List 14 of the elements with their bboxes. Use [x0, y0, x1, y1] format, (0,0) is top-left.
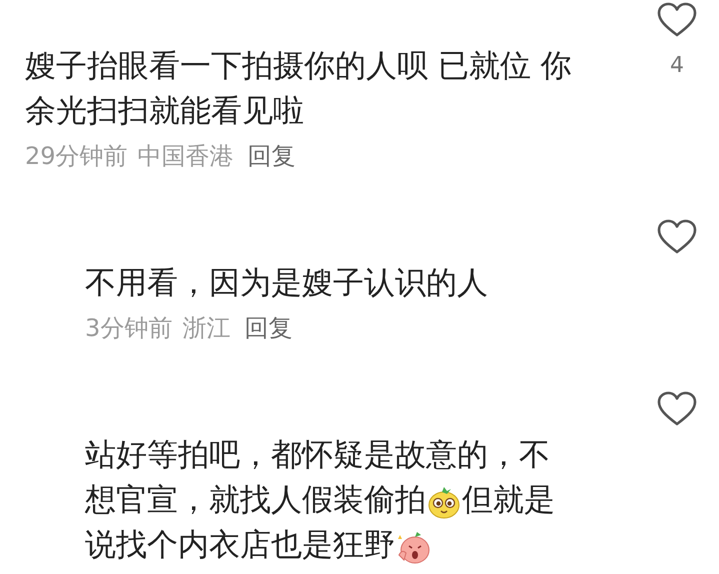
comment-time: 3分钟前: [85, 313, 172, 344]
comment-location: 中国香港: [138, 141, 234, 172]
comment-time: 29分钟前: [25, 141, 128, 172]
comment-text: 嫂子抬眼看一下拍摄你的人呗 已就位 你余光扫扫就能看见啦: [25, 47, 573, 131]
like-count: 4: [670, 52, 684, 80]
sticker-icon: [427, 484, 461, 519]
comment-text: 不用看，因为是嫂子认识的人: [85, 264, 489, 303]
comment-location: 浙江: [182, 313, 230, 344]
heart-icon[interactable]: [657, 2, 697, 38]
reply-button[interactable]: 回复: [244, 312, 292, 344]
comment-text: 站好等拍吧，都怀疑是故意的，不想官宣，就找人假装偷拍 但就是说找个内衣店也是狂野: [85, 436, 556, 567]
heart-icon[interactable]: [657, 219, 697, 255]
reply-button[interactable]: 回复: [248, 140, 296, 172]
heart-icon[interactable]: [657, 391, 697, 427]
